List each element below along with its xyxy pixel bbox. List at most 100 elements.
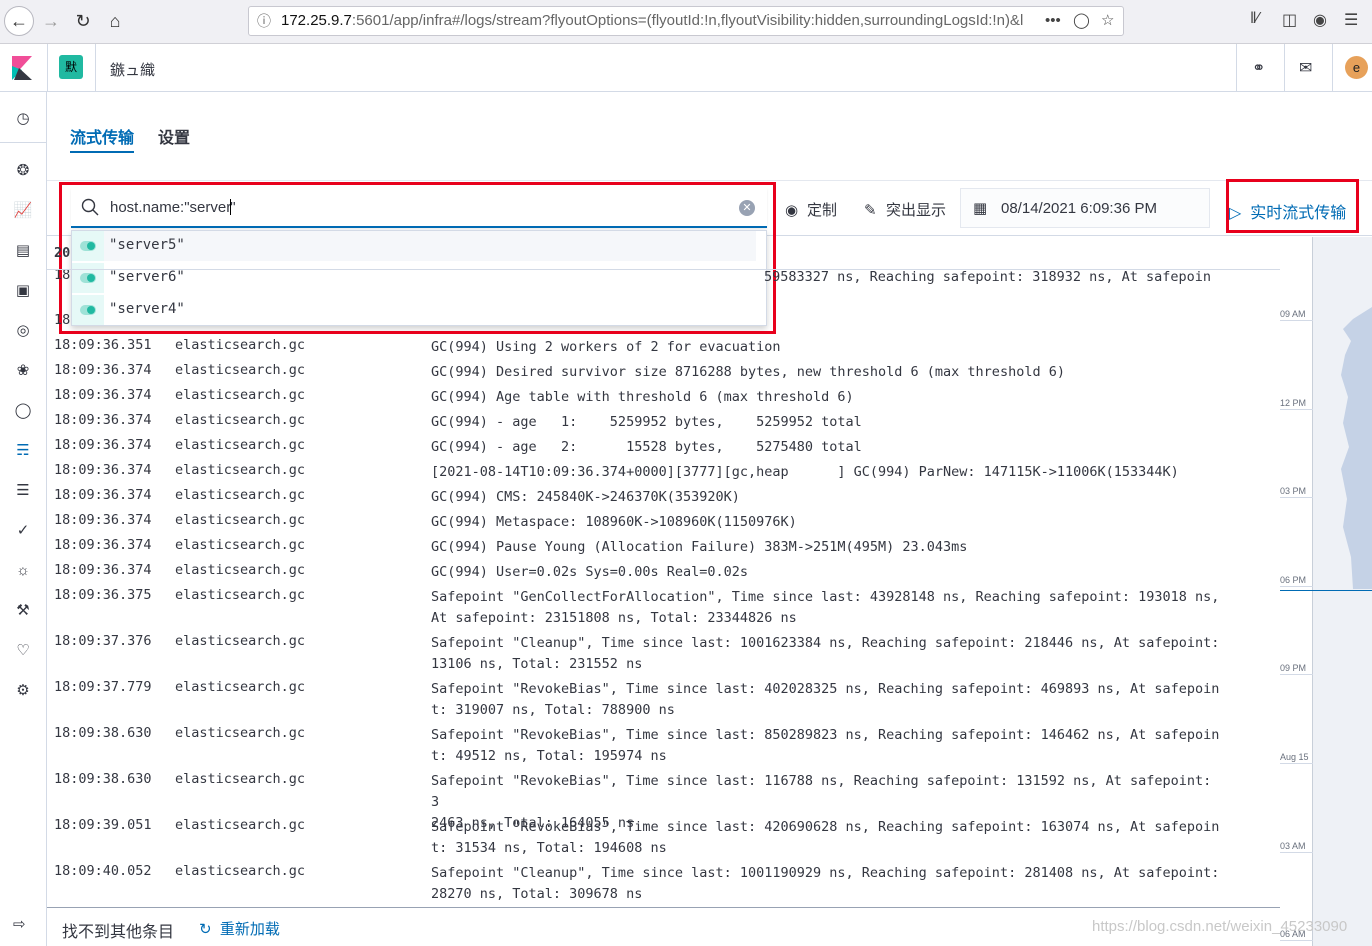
log-dataset: elasticsearch.gc [175,362,306,378]
log-message: GC(994) - age 2: 15528 bytes, 5275480 to… [431,439,862,455]
log-timestamp: 18:09:36.374 [54,512,152,528]
management-gear-icon[interactable]: ⚙ [12,680,34,702]
canvas-icon[interactable]: ▣ [12,280,34,302]
date-picker[interactable]: ▦ 08/14/2021 6:09:36 PM [960,188,1210,228]
monitoring-heart-icon[interactable]: ♡ [12,640,34,662]
site-info-icon[interactable]: ⓘ [257,7,271,35]
log-timestamp: 18:09:36.374 [54,487,152,503]
tab-stream[interactable]: 流式传输 [70,124,135,153]
log-stream[interactable]: 20 18 59583327 ns, Reaching safepoint: 3… [47,237,1280,907]
log-message: Safepoint "Cleanup", Time since last: 10… [431,635,1220,672]
log-dataset: elasticsearch.gc [175,725,306,741]
eye-icon: ◉ [785,202,799,219]
menu-icon[interactable]: ☰ [1344,10,1358,30]
header-divider [95,44,96,92]
log-dataset: elasticsearch.gc [175,387,306,403]
uptime-icon[interactable]: ✓ [12,520,34,542]
highlighter-icon: ✎ [864,202,877,219]
discover-compass-icon[interactable]: ❂ [12,160,34,182]
library-icon[interactable]: ‖⁄ [1250,10,1259,28]
log-message: GC(994) Using 2 workers of 2 for evacuat… [431,339,781,355]
minimap-tick-line [1280,320,1313,321]
ml-icon[interactable]: ❀ [12,360,34,382]
log-timestamp: 18:09:36.374 [54,562,152,578]
siem-icon[interactable]: ☼ [12,560,34,582]
reload-button[interactable]: ↻ 重新加载 [199,918,280,939]
log-dataset: elasticsearch.gc [175,771,306,787]
page-actions-icon[interactable]: ••• [1045,7,1061,35]
log-minimap[interactable]: 09 AM 12 PM 03 PM 06 PM 09 PM Aug 15 03 AM 06 A… [1280,237,1372,946]
customize-button[interactable]: ◉ 定制 [785,199,837,220]
pocket-icon[interactable]: ◯ [1073,7,1090,35]
minimap-current-position [1280,590,1372,591]
minimap-tick-line [1280,497,1313,499]
minimap-tick-label: 06 PM [1280,574,1307,585]
breadcrumb: 鏃ュ織 [110,62,156,79]
home-icon[interactable]: ⌂ [100,6,130,36]
visualize-icon[interactable]: 📈 [12,200,34,222]
log-timestamp: 18:09:36.374 [54,387,152,403]
minimap-tick-line [1280,408,1313,410]
log-timestamp: 18:09:36.374 [54,537,152,553]
url-text: 172.25.9.7:5601/app/infra#/logs/stream?f… [281,12,1024,29]
bookmark-star-icon[interactable]: ☆ [1101,7,1114,35]
annotation-box-stream [1226,179,1359,233]
mail-icon[interactable]: ✉ [1299,58,1312,78]
forward-icon[interactable]: → [36,6,66,36]
log-message: GC(994) Age table with threshold 6 (max … [431,389,854,405]
log-header-divider [47,269,1280,270]
log-dataset: elasticsearch.gc [175,337,306,353]
back-icon[interactable]: ← [4,6,34,36]
apm-icon[interactable]: ☰ [12,480,34,502]
log-dataset: elasticsearch.gc [175,537,306,553]
header-divider [1332,44,1333,92]
collapse-nav-icon[interactable]: ⇨ [13,915,26,933]
log-dataset: elasticsearch.gc [175,863,306,879]
log-message: Safepoint "Cleanup", Time since last: 10… [431,865,1220,902]
minimap-tick-label: 03 AM [1280,840,1306,851]
dashboard-icon[interactable]: ▤ [12,240,34,262]
log-timestamp: 18:09:36.374 [54,462,152,478]
recent-clock-icon[interactable]: ◷ [12,108,34,130]
reload-icon[interactable]: ↻ [68,6,98,36]
log-timestamp: 18:09:38.630 [54,725,152,741]
log-message: Safepoint "RevokeBias", Time since last:… [431,681,1220,718]
space-badge[interactable]: 默 [59,55,83,79]
highlight-button[interactable]: ✎ 突出显示 [864,199,946,220]
minimap-tick-label: 12 PM [1280,397,1307,408]
minimap-tick-label: 03 PM [1280,486,1307,497]
log-dataset: elasticsearch.gc [175,587,306,603]
log-dataset: elasticsearch.gc [175,633,306,649]
maps-icon[interactable]: ◎ [12,320,34,342]
avatar[interactable]: e [1345,56,1368,79]
kibana-logo-icon[interactable] [12,56,32,80]
date-value: 08/14/2021 6:09:36 PM [1001,200,1157,217]
url-bar[interactable]: ⓘ 172.25.9.7:5601/app/infra#/logs/stream… [248,6,1124,36]
browser-toolbar: ← → ↻ ⌂ ⓘ 172.25.9.7:5601/app/infra#/log… [0,0,1372,44]
logs-icon[interactable]: ☴ [12,440,34,462]
log-timestamp: 18:09:39.051 [54,817,152,833]
log-timestamp: 18:09:38.630 [54,771,152,787]
log-timestamp: 18:09:36.351 [54,337,152,353]
account-icon[interactable]: ◉ [1313,10,1327,30]
sidebar-icon[interactable]: ◫ [1282,10,1297,30]
dev-tools-icon[interactable]: ⚒ [12,600,34,622]
log-timestamp: 18:09:37.779 [54,679,152,695]
log-message: GC(994) Pause Young (Allocation Failure)… [431,539,968,555]
log-message: [2021-08-14T10:09:36.374+0000][3777][gc,… [431,464,1179,480]
minimap-axis [1312,237,1313,946]
log-dataset: elasticsearch.gc [175,437,306,453]
help-icon[interactable]: ⚭ [1252,58,1265,78]
log-dataset: elasticsearch.gc [175,487,306,503]
log-timestamp: 18:09:36.374 [54,437,152,453]
minimap-tick-line [1280,851,1313,853]
infrastructure-icon[interactable]: ◯ [12,400,34,422]
log-message: Safepoint "RevokeBias", Time since last:… [431,819,1220,856]
log-dataset: elasticsearch.gc [175,512,306,528]
minimap-tick-label: 09 PM [1280,663,1307,674]
log-message: GC(994) Desired survivor size 8716288 by… [431,364,1065,380]
log-message: GC(994) Metaspace: 108960K->108960K(1150… [431,514,797,530]
log-timestamp: 18:09:36.374 [54,362,152,378]
header-divider [47,44,48,92]
tab-settings[interactable]: 设置 [158,124,190,148]
